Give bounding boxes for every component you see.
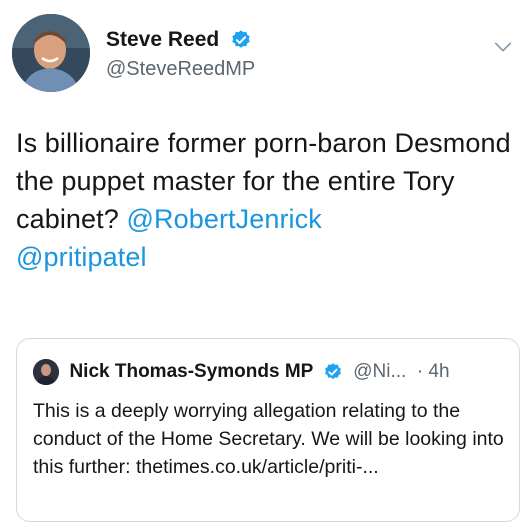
mention-link[interactable]: @RobertJenrick	[126, 204, 321, 234]
quoted-tweet-header: Nick Thomas-Symonds MP @Ni... · 4h	[33, 359, 507, 387]
mention-link[interactable]: @pritipatel	[16, 242, 147, 272]
quoted-display-name[interactable]: Nick Thomas-Symonds MP	[69, 361, 313, 383]
quoted-timestamp[interactable]: · 4h	[417, 361, 450, 383]
author-display-name[interactable]: Steve Reed	[106, 28, 219, 52]
tweet-text: Is billionaire former porn-baron Desmond…	[16, 124, 516, 276]
avatar[interactable]	[12, 14, 90, 92]
tweet-header: Steve Reed @SteveReedMP	[12, 14, 518, 96]
quoted-tweet-card[interactable]: Nick Thomas-Symonds MP @Ni... · 4h This …	[16, 338, 520, 522]
chevron-down-icon[interactable]	[492, 36, 514, 58]
quoted-tweet-text: This is a deeply worrying allegation rel…	[33, 400, 504, 478]
author-handle[interactable]: @SteveReedMP	[106, 58, 255, 81]
verified-badge-icon	[324, 363, 341, 380]
verified-badge-icon	[231, 30, 250, 48]
quoted-handle[interactable]: @Ni...	[353, 361, 406, 383]
quoted-avatar	[33, 359, 59, 385]
